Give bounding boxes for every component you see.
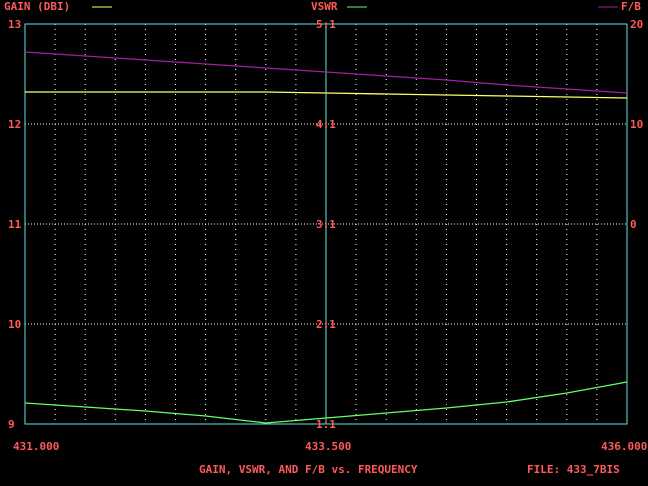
legend-gain-label: GAIN (DBI) <box>4 0 70 13</box>
chart-window: GAIN (DBI) VSWR F/B 13 12 11 10 9 5:1 4:… <box>0 0 648 486</box>
fb-tick: 0 <box>630 218 637 231</box>
fb-tick: 10 <box>630 118 643 131</box>
legend-fb-label: F/B <box>621 0 641 13</box>
vswr-tick: 3:1 <box>316 218 336 231</box>
gain-tick: 9 <box>8 418 15 431</box>
file-label: FILE: 433_7BIS <box>527 463 620 476</box>
gain-tick: 12 <box>8 118 21 131</box>
gain-tick: 11 <box>8 218 22 231</box>
x-tick: 436.000 <box>601 440 647 453</box>
x-tick: 431.000 <box>13 440 59 453</box>
vswr-tick: 5:1 <box>316 18 336 31</box>
x-tick: 433.500 <box>305 440 351 453</box>
vswr-tick: 2:1 <box>316 318 336 331</box>
vswr-tick: 1:1 <box>316 418 336 431</box>
gain-tick: 10 <box>8 318 21 331</box>
chart-title: GAIN, VSWR, AND F/B vs. FREQUENCY <box>199 463 418 476</box>
vswr-tick: 4:1 <box>316 118 336 131</box>
chart: GAIN (DBI) VSWR F/B 13 12 11 10 9 5:1 4:… <box>4 0 647 476</box>
fb-tick: 20 <box>630 18 643 31</box>
legend-vswr-label: VSWR <box>311 0 338 13</box>
gain-tick: 13 <box>8 18 21 31</box>
